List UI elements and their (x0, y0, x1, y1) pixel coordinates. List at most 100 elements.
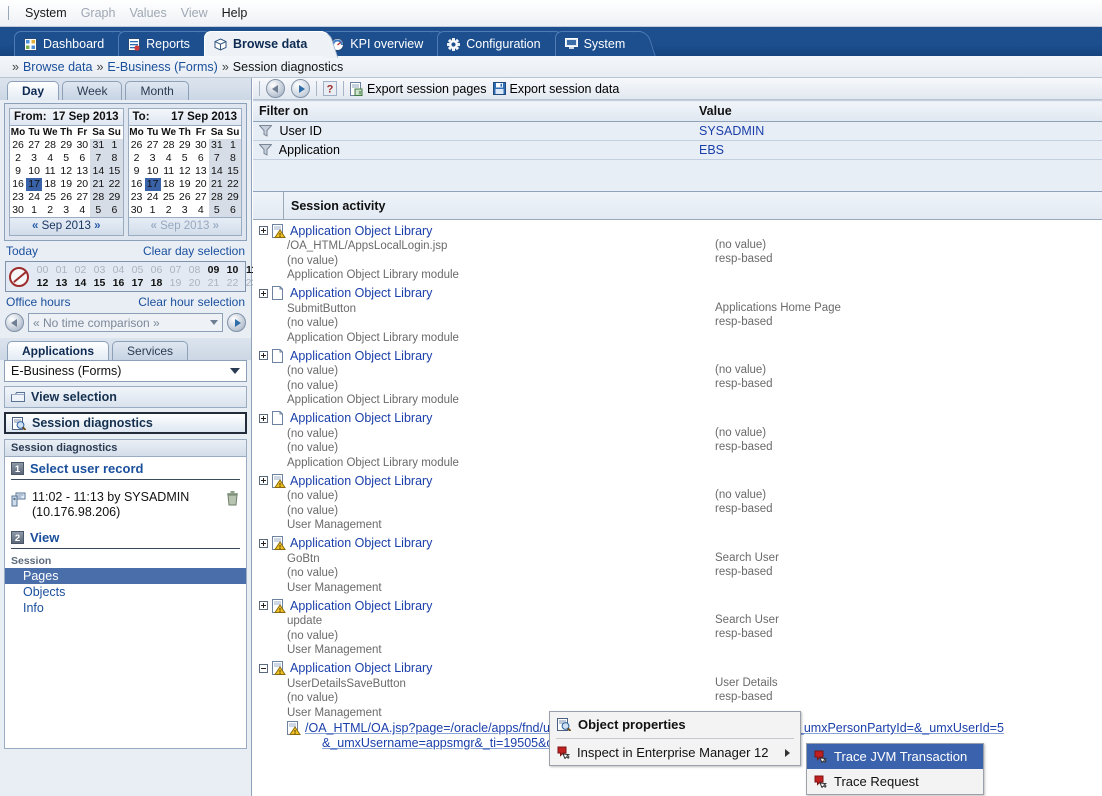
calendar-day[interactable]: 10 (145, 165, 161, 178)
context-submenu-item-trace-request[interactable]: Trace Request (807, 769, 983, 794)
table-row[interactable]: User ID SYSADMIN (253, 121, 1102, 141)
tab-reports[interactable]: Reports (118, 31, 206, 56)
calendar-day[interactable]: 1 (26, 204, 42, 217)
calendar-day[interactable]: 31 (90, 139, 107, 152)
calendar-day[interactable]: 20 (74, 178, 90, 191)
prev-month-icon[interactable]: « (32, 220, 38, 232)
calendar-day[interactable]: 5 (58, 152, 74, 165)
hour-cell[interactable]: 03 (90, 264, 109, 276)
back-arrow-icon[interactable] (266, 79, 285, 98)
calendar-day[interactable]: 16 (10, 178, 26, 191)
tab-dashboard[interactable]: Dashboard (14, 31, 121, 56)
calendar-day[interactable]: 2 (42, 204, 58, 217)
calendar-day[interactable]: 23 (10, 191, 26, 204)
expand-icon[interactable] (259, 351, 268, 360)
calendar-day[interactable]: 26 (129, 139, 145, 152)
expand-icon[interactable] (259, 601, 268, 610)
calendar-day[interactable]: 15 (224, 165, 241, 178)
hour-cell[interactable]: 04 (109, 264, 128, 276)
tab-week[interactable]: Week (62, 81, 123, 100)
activity-title-link[interactable]: Application Object Library (290, 349, 432, 363)
activity-title-link[interactable]: Application Object Library (290, 661, 432, 675)
context-menu[interactable]: Object properties Inspect in Enterprise … (549, 711, 801, 766)
menu-item-help[interactable]: Help (215, 5, 255, 21)
calendar-day[interactable]: 4 (161, 152, 177, 165)
calendar-day[interactable]: 6 (224, 204, 241, 217)
calendar-day[interactable]: 29 (224, 191, 241, 204)
calendar-day[interactable]: 19 (177, 178, 193, 191)
sidebar-item-pages[interactable]: Pages (5, 568, 246, 584)
tab-kpi-overview[interactable]: KPI overview (321, 31, 440, 56)
tab-system[interactable]: System (554, 31, 642, 56)
breadcrumb-item-ebusiness[interactable]: E-Business (Forms) (107, 60, 217, 74)
calendar-day[interactable]: 3 (177, 204, 193, 217)
filter-value[interactable]: EBS (693, 140, 1102, 160)
calendar-day[interactable]: 6 (74, 152, 90, 165)
calendar-day[interactable]: 17 (26, 178, 43, 191)
calendar-day[interactable]: 26 (177, 191, 193, 204)
calendar-day[interactable]: 22 (224, 178, 241, 191)
calendar-day[interactable]: 12 (177, 165, 193, 178)
calendar-day[interactable]: 3 (58, 204, 74, 217)
calendar-to[interactable]: To: 17 Sep 2013 Mo Tu We Th Fr Sa Su 26 27 28 29 3… (127, 108, 242, 236)
hour-cell[interactable]: 15 (90, 277, 109, 289)
calendar-day[interactable]: 24 (145, 191, 161, 204)
clear-hour-selection-link[interactable]: Clear hour selection (138, 295, 245, 309)
calendar-day[interactable]: 7 (208, 152, 225, 165)
calendar-day[interactable]: 1 (106, 139, 123, 152)
expand-icon[interactable] (259, 476, 268, 485)
calendar-day[interactable]: 3 (26, 152, 42, 165)
hour-cell[interactable]: 19 (166, 277, 185, 289)
calendar-day[interactable]: 21 (90, 178, 107, 191)
calendar-day[interactable]: 7 (90, 152, 107, 165)
expand-icon[interactable] (259, 413, 268, 423)
hour-cell[interactable]: 06 (147, 264, 166, 276)
calendar-day[interactable]: 20 (193, 178, 209, 191)
next-comparison-icon[interactable] (227, 313, 246, 332)
hour-cell[interactable]: 13 (52, 277, 71, 289)
calendar-day[interactable]: 8 (224, 152, 241, 165)
calendar-day[interactable]: 29 (177, 139, 193, 152)
hour-cell[interactable]: 05 (128, 264, 147, 276)
context-menu-item-object-properties[interactable]: Object properties (550, 712, 800, 737)
calendar-day[interactable]: 1 (224, 139, 241, 152)
calendar-day[interactable]: 22 (106, 178, 123, 191)
prev-comparison-icon[interactable] (5, 313, 24, 332)
tab-services[interactable]: Services (112, 341, 189, 360)
tab-browse-data[interactable]: Browse data (203, 31, 324, 56)
calendar-day[interactable]: 1 (145, 204, 161, 217)
help-icon[interactable]: ? (323, 81, 337, 96)
table-row[interactable]: Application EBS (253, 140, 1102, 160)
calendar-day[interactable]: 2 (10, 152, 26, 165)
calendar-day[interactable]: 17 (144, 178, 161, 191)
calendar-day[interactable]: 6 (193, 152, 209, 165)
calendar-day[interactable]: 11 (161, 165, 177, 178)
menu-item-system[interactable]: System (18, 5, 74, 21)
activity-row[interactable]: Application Object Library/OA_HTML/AppsL… (253, 220, 1102, 283)
activity-row[interactable]: Application Object Library (no value) (no … (253, 345, 1102, 408)
session-record-row[interactable]: 11:02 - 11:13 by SYSADMIN (10.176.98.206… (5, 480, 246, 526)
calendar-day[interactable]: 3 (145, 152, 161, 165)
calendar-to-month-nav[interactable]: « Sep 2013 » (128, 217, 241, 235)
calendar-day[interactable]: 4 (193, 204, 209, 217)
hour-cell[interactable]: 02 (71, 264, 90, 276)
calendar-day[interactable]: 16 (129, 178, 145, 191)
activity-title-link[interactable]: Application Object Library (290, 286, 432, 300)
expand-icon[interactable] (259, 288, 268, 298)
calendar-day[interactable]: 8 (106, 152, 123, 165)
hour-cell[interactable]: 01 (52, 264, 71, 276)
context-menu-item-inspect-em12[interactable]: Inspect in Enterprise Manager 12 (550, 740, 800, 765)
calendar-from-month-nav[interactable]: « Sep 2013 » (10, 217, 123, 235)
activity-title-link[interactable]: Application Object Library (290, 224, 432, 238)
calendar-day[interactable]: 13 (193, 165, 209, 178)
hour-cell[interactable]: 20 (185, 277, 204, 289)
context-submenu[interactable]: Trace JVM Transaction Trace Request (806, 743, 984, 795)
hour-selector[interactable]: 00 01 02 03 04 05 06 07 08 09 10 11 12 13 14 15 16 17 18 1… (5, 261, 257, 292)
forward-arrow-icon[interactable] (291, 79, 310, 98)
calendar-day[interactable]: 23 (129, 191, 145, 204)
hour-cell[interactable]: 00 (33, 264, 52, 276)
calendar-day[interactable]: 5 (208, 204, 225, 217)
calendar-day[interactable]: 30 (129, 204, 145, 217)
calendar-day[interactable]: 4 (74, 204, 90, 217)
calendar-day[interactable]: 18 (161, 178, 177, 191)
